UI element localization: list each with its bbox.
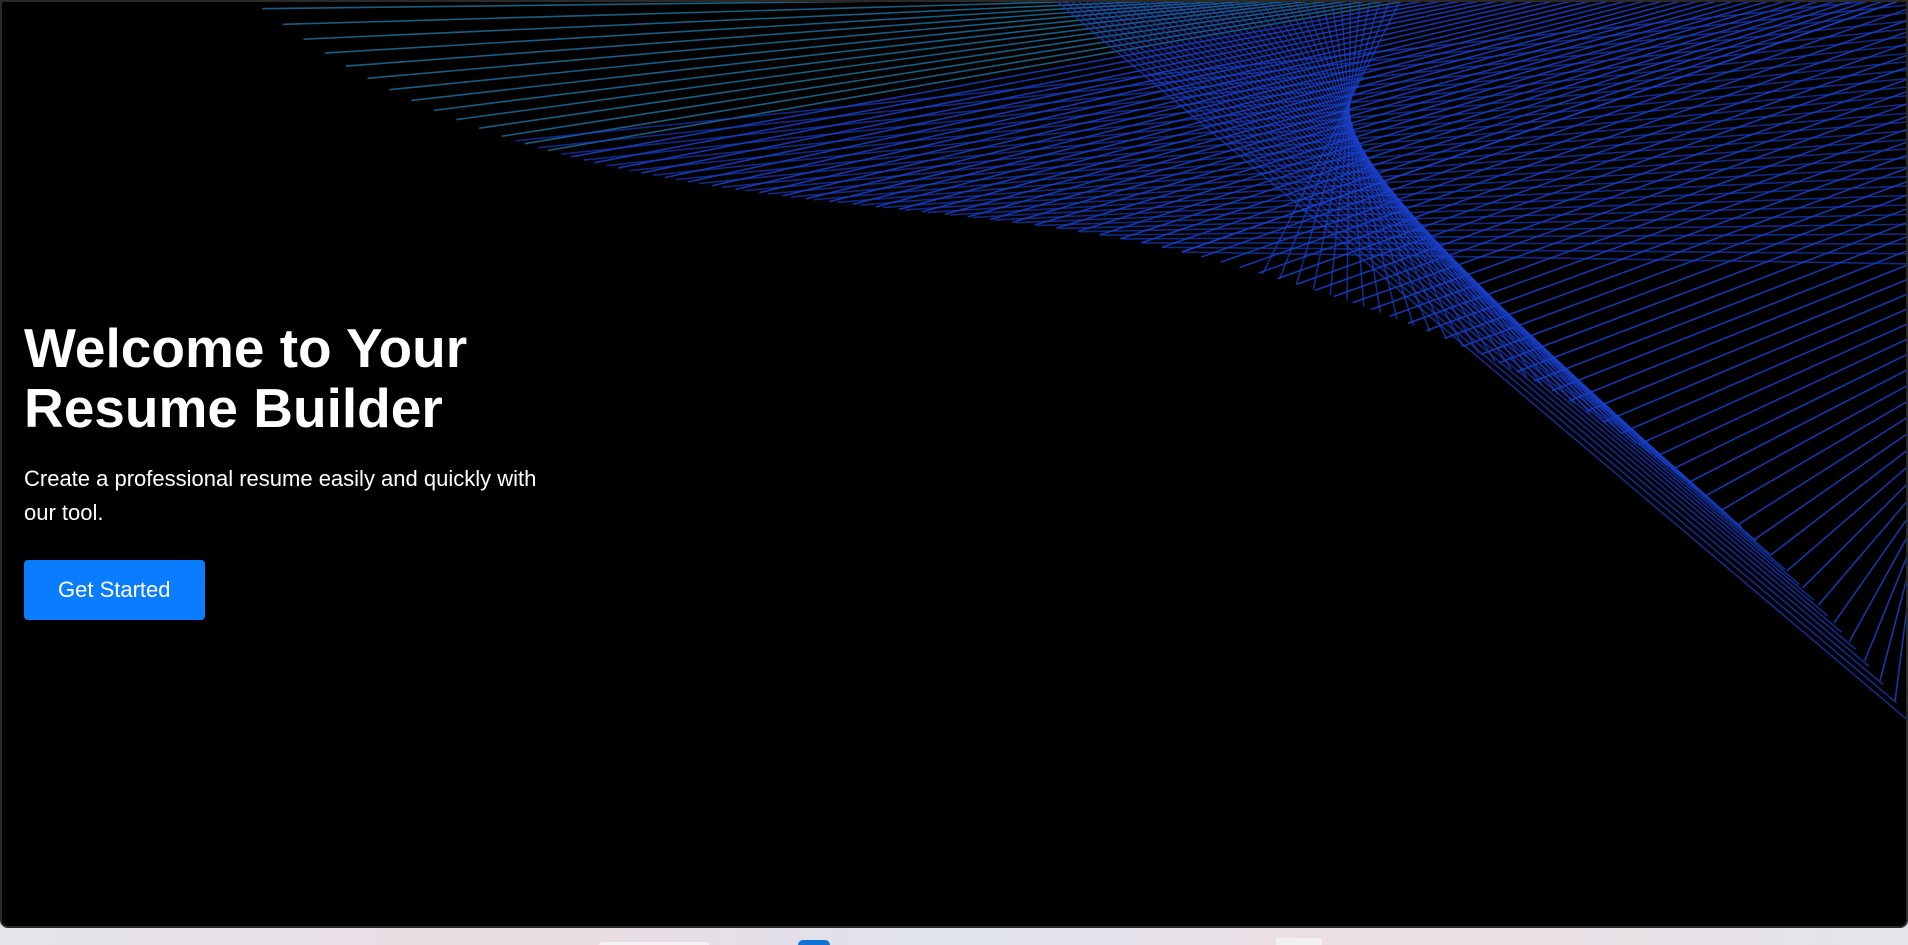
- hero-subtitle: Create a professional resume easily and …: [24, 466, 537, 525]
- mesh-line: [698, 61, 1906, 185]
- mesh-line: [1833, 519, 1906, 624]
- title-line-1: Welcome to Your: [24, 317, 468, 379]
- hero-section: Welcome to Your Resume Builder Create a …: [24, 318, 584, 620]
- mesh-line: [1786, 466, 1906, 572]
- mesh-line: [1352, 103, 1906, 304]
- mesh-line: [1603, 293, 1906, 423]
- page-title: Welcome to Your Resume Builder: [24, 318, 584, 438]
- screen: Welcome to Your Resume Builder Create a …: [0, 0, 1908, 945]
- mesh-line: [1864, 556, 1906, 662]
- app-icon[interactable]: [798, 940, 830, 945]
- mesh-line: [282, 2, 1086, 26]
- mesh-line: [1721, 401, 1906, 511]
- mesh-line: [1654, 338, 1906, 458]
- taskbar: [0, 928, 1908, 945]
- mesh-line: [538, 4, 1906, 149]
- title-line-2: Resume Builder: [24, 377, 443, 439]
- mesh-line: [1802, 483, 1906, 589]
- mesh-line: [1770, 450, 1906, 556]
- get-started-button[interactable]: Get Started: [24, 560, 205, 620]
- mesh-line: [1498, 208, 1906, 364]
- mesh-line: [1056, 2, 1906, 720]
- mesh-line: [1142, 242, 1906, 245]
- mesh-line: [836, 112, 1906, 204]
- browser-viewport: Welcome to Your Resume Builder Create a …: [0, 0, 1908, 928]
- mesh-line: [1671, 354, 1906, 471]
- tray-square-icon[interactable]: [1276, 938, 1322, 945]
- mesh-line: [1620, 308, 1906, 434]
- mesh-line: [1879, 578, 1906, 681]
